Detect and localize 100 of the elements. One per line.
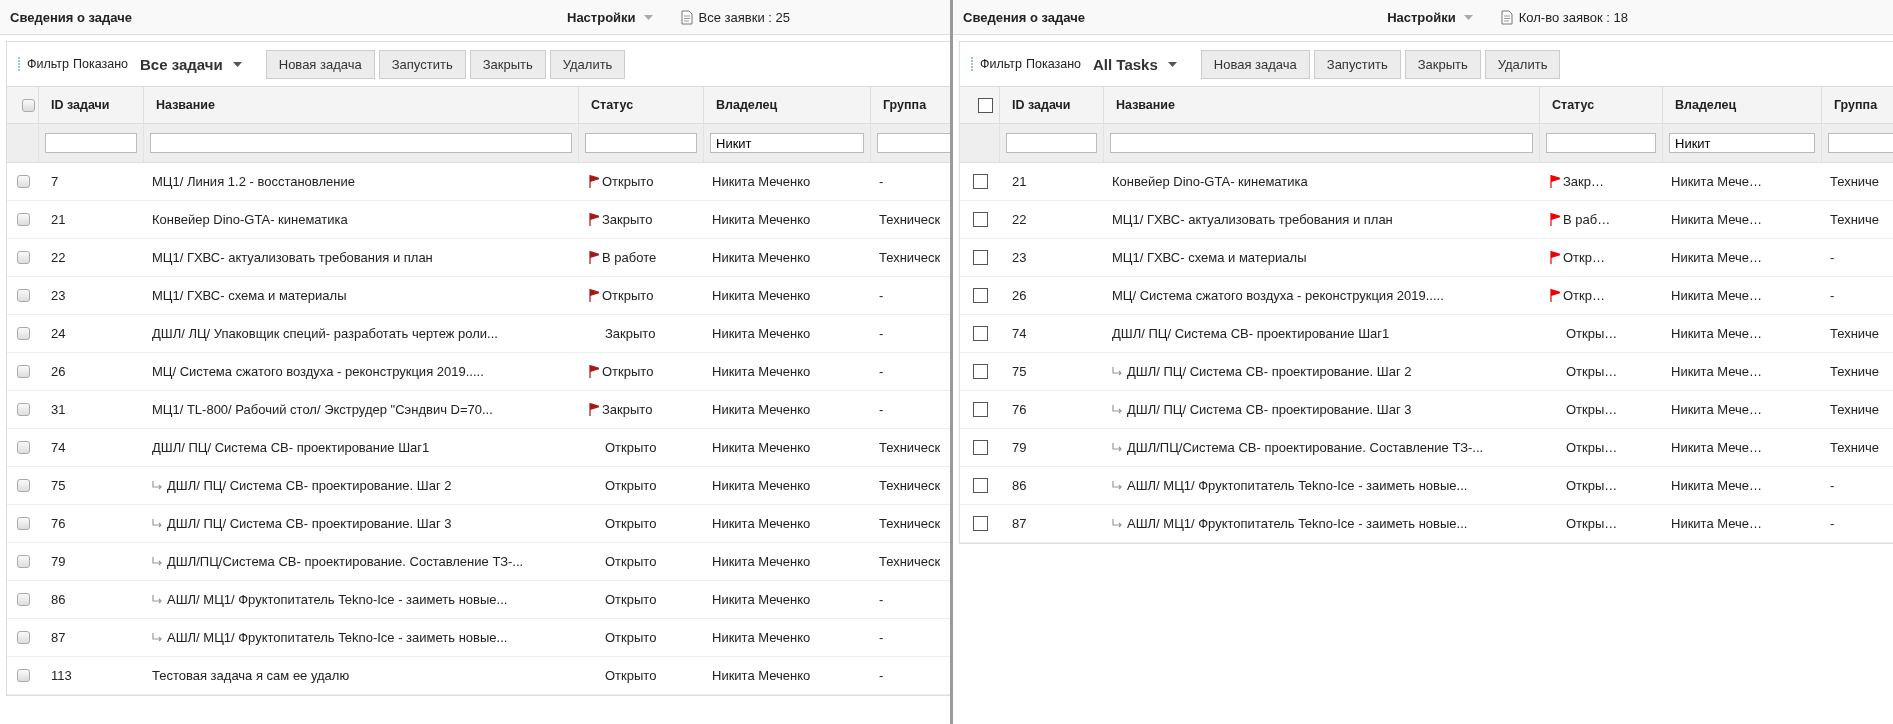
row-checkbox[interactable] (16, 479, 30, 492)
document-icon (1500, 9, 1513, 25)
task-name[interactable]: ДШЛ/ ПЦ/ Система СВ- проектирование. Шаг 2 (1127, 364, 1412, 379)
task-name[interactable]: ДШЛ/ ПЦ/ Система СВ- проектирование. Шаг 3 (1127, 402, 1412, 417)
row-checkbox[interactable] (972, 288, 988, 303)
task-name[interactable]: МЦ/ Система сжатого воздуха - реконструкция 2019..... (1112, 288, 1444, 303)
row-checkbox[interactable] (16, 403, 30, 416)
filter-field[interactable] (1006, 133, 1097, 153)
settings-menu[interactable]: Настройки (1387, 9, 1473, 25)
task-owner: Никита Меченко (712, 478, 811, 493)
row-checkbox[interactable] (972, 478, 988, 493)
task-group: Техниче (1830, 174, 1880, 189)
row-checkbox[interactable] (16, 669, 30, 682)
settings-menu[interactable]: Настройки (567, 9, 653, 25)
view-dropdown[interactable]: All Tasks (1093, 55, 1177, 73)
select-all-checkbox[interactable] (978, 97, 993, 113)
task-name[interactable]: МЦ1/ ГХВС- схема и материалы (1112, 250, 1307, 265)
task-id: 87 (1012, 516, 1027, 531)
row-checkbox[interactable] (16, 593, 30, 606)
filter-field[interactable] (585, 133, 697, 153)
row-checkbox[interactable] (972, 326, 988, 341)
filter-field[interactable]: Никит (710, 133, 864, 153)
task-name[interactable]: Конвейер Dino-GTA- кинематика (1112, 174, 1308, 189)
column-header[interactable]: Владелец (1675, 98, 1737, 112)
row-checkbox[interactable] (972, 174, 988, 189)
column-header[interactable]: Группа (883, 98, 927, 112)
task-owner: Никита Мече… (1671, 402, 1763, 417)
task-group: Техниче (1830, 212, 1880, 227)
task-name[interactable]: ДШЛ/ПЦ/Система СВ- проектирование. Составление ТЗ-... (1127, 440, 1484, 455)
task-name[interactable]: ДШЛ/ ПЦ/ Система СВ- проектирование. Шаг 3 (167, 516, 452, 531)
toolbar-button[interactable]: Удалить (1484, 49, 1561, 79)
filter-field[interactable] (45, 133, 137, 153)
task-name[interactable]: МЦ1/ ГХВС- актуализовать требования и план (1112, 212, 1393, 227)
toolbar-button[interactable]: Новая задача (265, 49, 375, 79)
task-group: Техническ (879, 478, 941, 493)
filter-field[interactable] (150, 133, 572, 153)
task-name[interactable]: ДШЛ/ ПЦ/ Система СВ- проектирование Шаг1 (1112, 326, 1390, 341)
task-status: Открыто (605, 478, 657, 493)
column-header[interactable]: Владелец (716, 98, 778, 112)
column-header[interactable]: Название (156, 98, 215, 112)
toolbar-button[interactable]: Закрыть (469, 49, 546, 79)
column-header[interactable]: Статус (591, 98, 634, 112)
task-name[interactable]: МЦ1/ TL-800/ Рабочий стол/ Экструдер "Сэндвич D=70... (152, 402, 493, 417)
row-checkbox[interactable] (972, 364, 988, 379)
task-name[interactable]: МЦ1/ Линия 1.2 - восстановление (152, 174, 355, 189)
toolbar-button[interactable]: Запустить (378, 49, 466, 79)
task-group: Техническ (879, 516, 941, 531)
row-checkbox[interactable] (16, 327, 30, 340)
task-owner: Никита Мече… (1671, 288, 1763, 303)
column-header[interactable]: ID задачи (51, 98, 110, 112)
task-name[interactable]: Тестовая задача я сам ее удалю (152, 668, 350, 683)
task-name[interactable]: МЦ/ Система сжатого воздуха - реконструкция 2019..... (152, 364, 484, 379)
task-name[interactable]: АШЛ/ МЦ1/ Фруктопитатель Tekno-Ice - заиметь новые... (1127, 478, 1468, 493)
task-name[interactable]: ДШЛ/ ПЦ/ Система СВ- проектирование Шаг1 (152, 440, 430, 455)
task-name[interactable]: АШЛ/ МЦ1/ Фруктопитатель Tekno-Ice - заиметь новые... (1127, 516, 1468, 531)
row-checkbox[interactable] (16, 441, 30, 454)
task-name[interactable]: МЦ1/ ГХВС- актуализовать требования и план (152, 250, 433, 265)
toolbar-button[interactable]: Закрыть (1404, 49, 1481, 79)
row-checkbox[interactable] (972, 440, 988, 455)
column-header[interactable]: Название (1116, 98, 1175, 112)
row-checkbox[interactable] (16, 213, 30, 226)
filter-field[interactable] (1110, 133, 1533, 153)
task-name[interactable]: Конвейер Dino-GTA- кинематика (152, 212, 348, 227)
task-owner: Никита Мече… (1671, 440, 1763, 455)
column-header[interactable]: Статус (1552, 98, 1595, 112)
task-name[interactable]: МЦ1/ ГХВС- схема и материалы (152, 288, 347, 303)
row-checkbox[interactable] (972, 516, 988, 531)
task-name[interactable]: ДШЛ/ПЦ/Система СВ- проектирование. Составление ТЗ-... (167, 554, 524, 569)
row-checkbox[interactable] (16, 555, 30, 568)
row-checkbox[interactable] (16, 365, 30, 378)
task-status: Откры… (1566, 326, 1618, 341)
row-checkbox[interactable] (972, 402, 988, 417)
row-checkbox[interactable] (972, 250, 988, 265)
row-checkbox[interactable] (16, 289, 30, 302)
row-checkbox[interactable] (16, 517, 30, 530)
task-owner: Никита Меченко (712, 288, 811, 303)
view-dropdown[interactable]: Все задачи (140, 55, 242, 73)
filter-label[interactable]: Фильтр (980, 57, 1022, 71)
task-group: - (1830, 478, 1835, 493)
toolbar-button[interactable]: Удалить (549, 49, 626, 79)
toolbar-button[interactable]: Запустить (1313, 49, 1401, 79)
row-checkbox[interactable] (16, 175, 30, 188)
task-name[interactable]: АШЛ/ МЦ1/ Фруктопитатель Tekno-Ice - заиметь новые... (167, 630, 508, 645)
filter-label[interactable]: Фильтр (27, 57, 69, 71)
toolbar-button[interactable]: Новая задача (1200, 49, 1310, 79)
select-all-checkbox[interactable] (22, 98, 35, 112)
task-name[interactable]: АШЛ/ МЦ1/ Фруктопитатель Tekno-Ice - заиметь новые... (167, 592, 508, 607)
task-owner: Никита Мече… (1671, 364, 1763, 379)
column-header[interactable]: ID задачи (1012, 98, 1071, 112)
column-header[interactable]: Группа (1834, 98, 1878, 112)
row-checkbox[interactable] (16, 251, 30, 264)
caret-icon (232, 61, 242, 67)
task-name[interactable]: ДШЛ/ ПЦ/ Система СВ- проектирование. Шаг 2 (167, 478, 452, 493)
row-checkbox[interactable] (972, 212, 988, 227)
filter-field[interactable]: Никит (1669, 133, 1815, 153)
task-id: 75 (1012, 364, 1027, 379)
filter-field[interactable] (1546, 133, 1656, 153)
task-id: 21 (1012, 174, 1027, 189)
task-name[interactable]: ДШЛ/ ЛЦ/ Упаковщик специй- разработать чертеж роли... (152, 326, 498, 341)
row-checkbox[interactable] (16, 631, 30, 644)
